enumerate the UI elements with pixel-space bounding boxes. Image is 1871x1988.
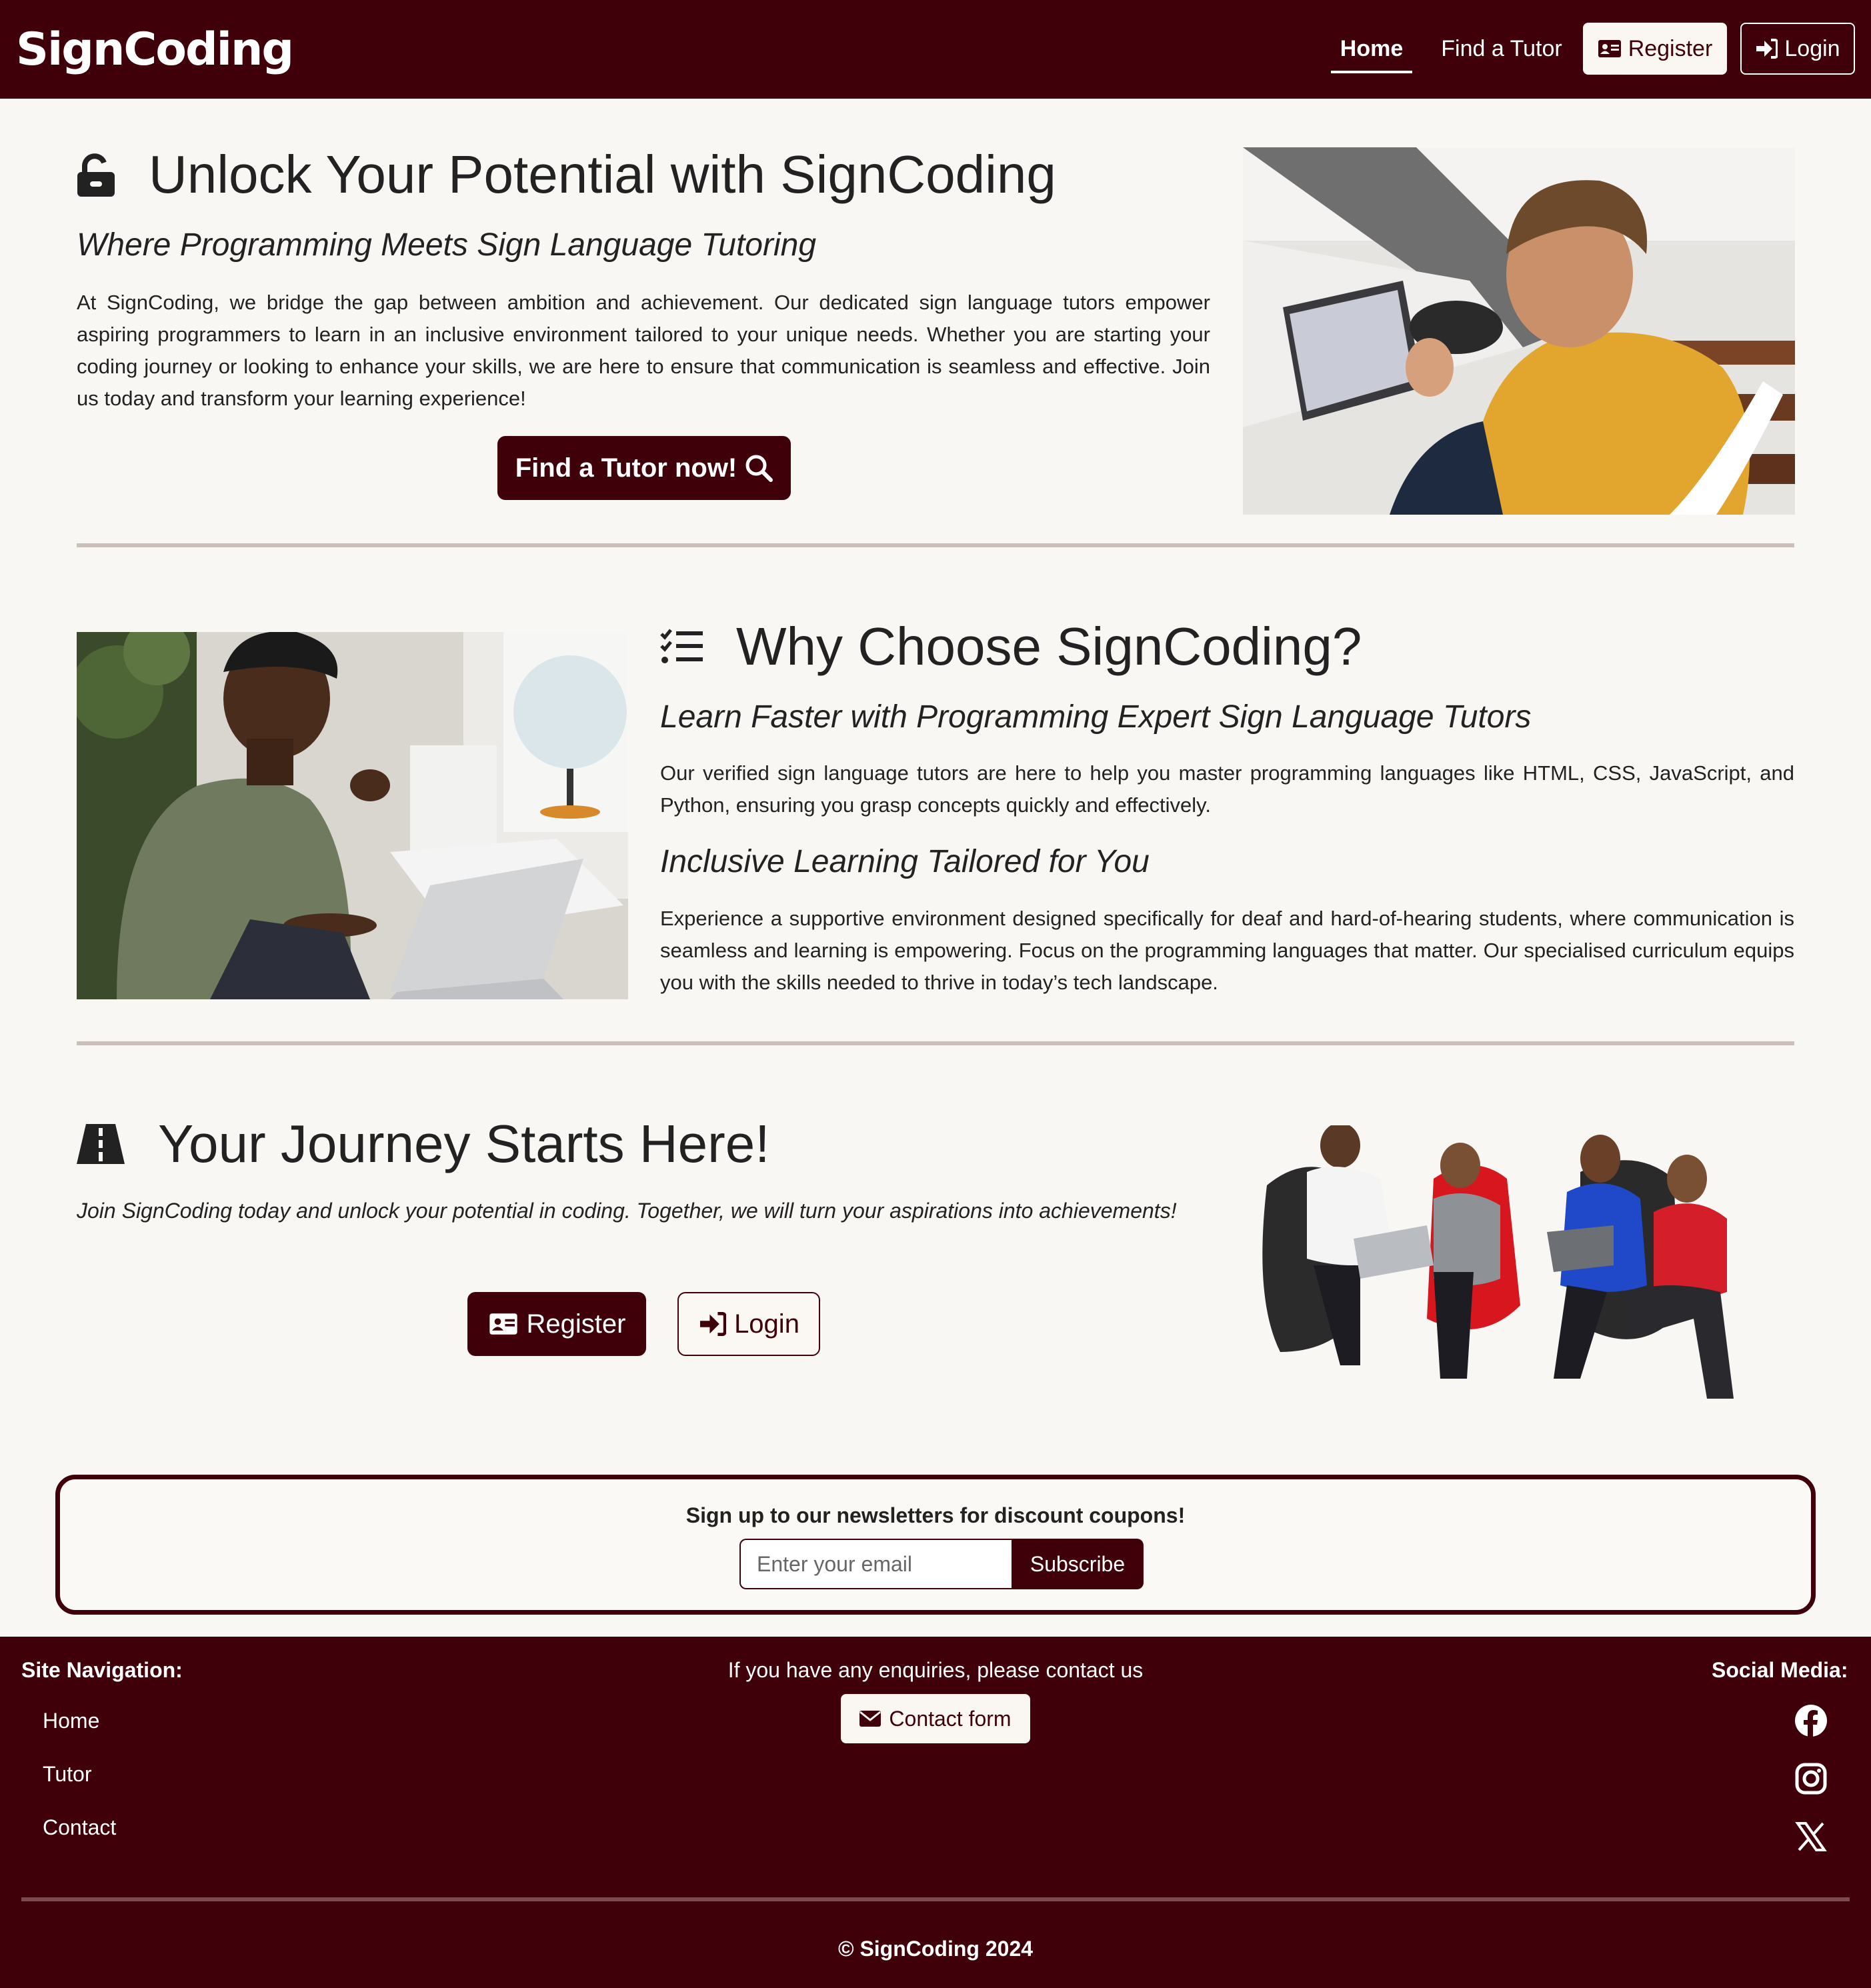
footer-copyright: © SignCoding 2024: [837, 1937, 1034, 1961]
nav-home[interactable]: Home: [1331, 27, 1412, 73]
why-subtitle-2: Inclusive Learning Tailored for You: [660, 844, 1150, 879]
section-divider-2: [77, 1041, 1794, 1045]
nav-find-tutor[interactable]: Find a Tutor: [1440, 27, 1563, 73]
journey-login-button[interactable]: Login: [677, 1292, 820, 1356]
facebook-icon[interactable]: [1794, 1703, 1828, 1738]
footer-link-home[interactable]: Home: [43, 1709, 99, 1733]
why-title-text: Why Choose SignCoding?: [736, 617, 1362, 676]
footer-contact-text: If you have any enquiries, please contac…: [727, 1658, 1144, 1682]
journey-photo-students-group: [1254, 1125, 1787, 1425]
search-icon: [745, 455, 773, 482]
footer-divider: [21, 1897, 1850, 1901]
why-text-1: Our verified sign language tutors are he…: [660, 761, 1794, 817]
x-icon[interactable]: [1794, 1819, 1828, 1854]
section-divider-1: [77, 543, 1794, 547]
why-subtitle-1: Learn Faster with Programming Expert Sig…: [660, 699, 1532, 735]
unlock-icon: [77, 153, 115, 197]
instagram-icon[interactable]: [1794, 1761, 1828, 1796]
sign-in-icon: [700, 1312, 727, 1336]
footer-link-tutor[interactable]: Tutor: [43, 1762, 92, 1787]
checklist-icon: [660, 629, 703, 663]
why-photo-signing-student: [77, 632, 628, 999]
contact-form-button[interactable]: Contact form: [841, 1694, 1030, 1743]
nav-login-button[interactable]: Login: [1740, 23, 1855, 75]
journey-register-button[interactable]: Register: [467, 1292, 646, 1356]
hero-title: Unlock Your Potential with SignCoding: [77, 141, 1056, 208]
navbar: SignCoding Home Find a Tutor Register Lo…: [0, 0, 1871, 99]
contact-form-label: Contact form: [889, 1706, 1012, 1731]
newsletter-title: Sign up to our newsletters for discount …: [685, 1503, 1186, 1527]
newsletter-email-input[interactable]: Enter your email: [739, 1539, 1012, 1589]
envelope-icon: [859, 1711, 881, 1727]
id-card-icon: [489, 1313, 517, 1335]
journey-title: Your Journey Starts Here!: [77, 1111, 770, 1177]
hero-subtitle: Where Programming Meets Sign Language Tu…: [77, 227, 817, 263]
journey-title-text: Your Journey Starts Here!: [158, 1114, 770, 1173]
road-icon: [77, 1124, 125, 1164]
brand-logo[interactable]: SignCoding: [16, 20, 294, 80]
nav-register-label: Register: [1628, 35, 1713, 61]
hero-photo-student-laptop: [1243, 147, 1795, 515]
sign-in-icon: [1756, 39, 1778, 59]
hero-title-text: Unlock Your Potential with SignCoding: [149, 145, 1056, 204]
footer-link-contact[interactable]: Contact: [43, 1815, 116, 1840]
hero-text: At SignCoding, we bridge the gap between…: [77, 291, 1210, 410]
footer: Site Navigation: Home Tutor Contact If y…: [0, 1637, 1871, 1988]
why-text-2: Experience a supportive environment desi…: [660, 907, 1794, 994]
find-tutor-now-button[interactable]: Find a Tutor now!: [497, 436, 791, 500]
footer-social-heading: Social Media:: [1712, 1658, 1848, 1682]
journey-text: Join SignCoding today and unlock your po…: [77, 1199, 1177, 1223]
id-card-icon: [1598, 40, 1621, 57]
nav-login-label: Login: [1784, 35, 1840, 61]
why-title: Why Choose SignCoding?: [660, 613, 1362, 680]
newsletter-box: Sign up to our newsletters for discount …: [55, 1475, 1816, 1615]
newsletter-subscribe-button[interactable]: Subscribe: [1012, 1539, 1144, 1589]
find-tutor-now-label: Find a Tutor now!: [515, 453, 737, 483]
nav-register-button[interactable]: Register: [1583, 23, 1727, 75]
journey-login-label: Login: [734, 1309, 799, 1339]
journey-register-label: Register: [526, 1309, 626, 1339]
